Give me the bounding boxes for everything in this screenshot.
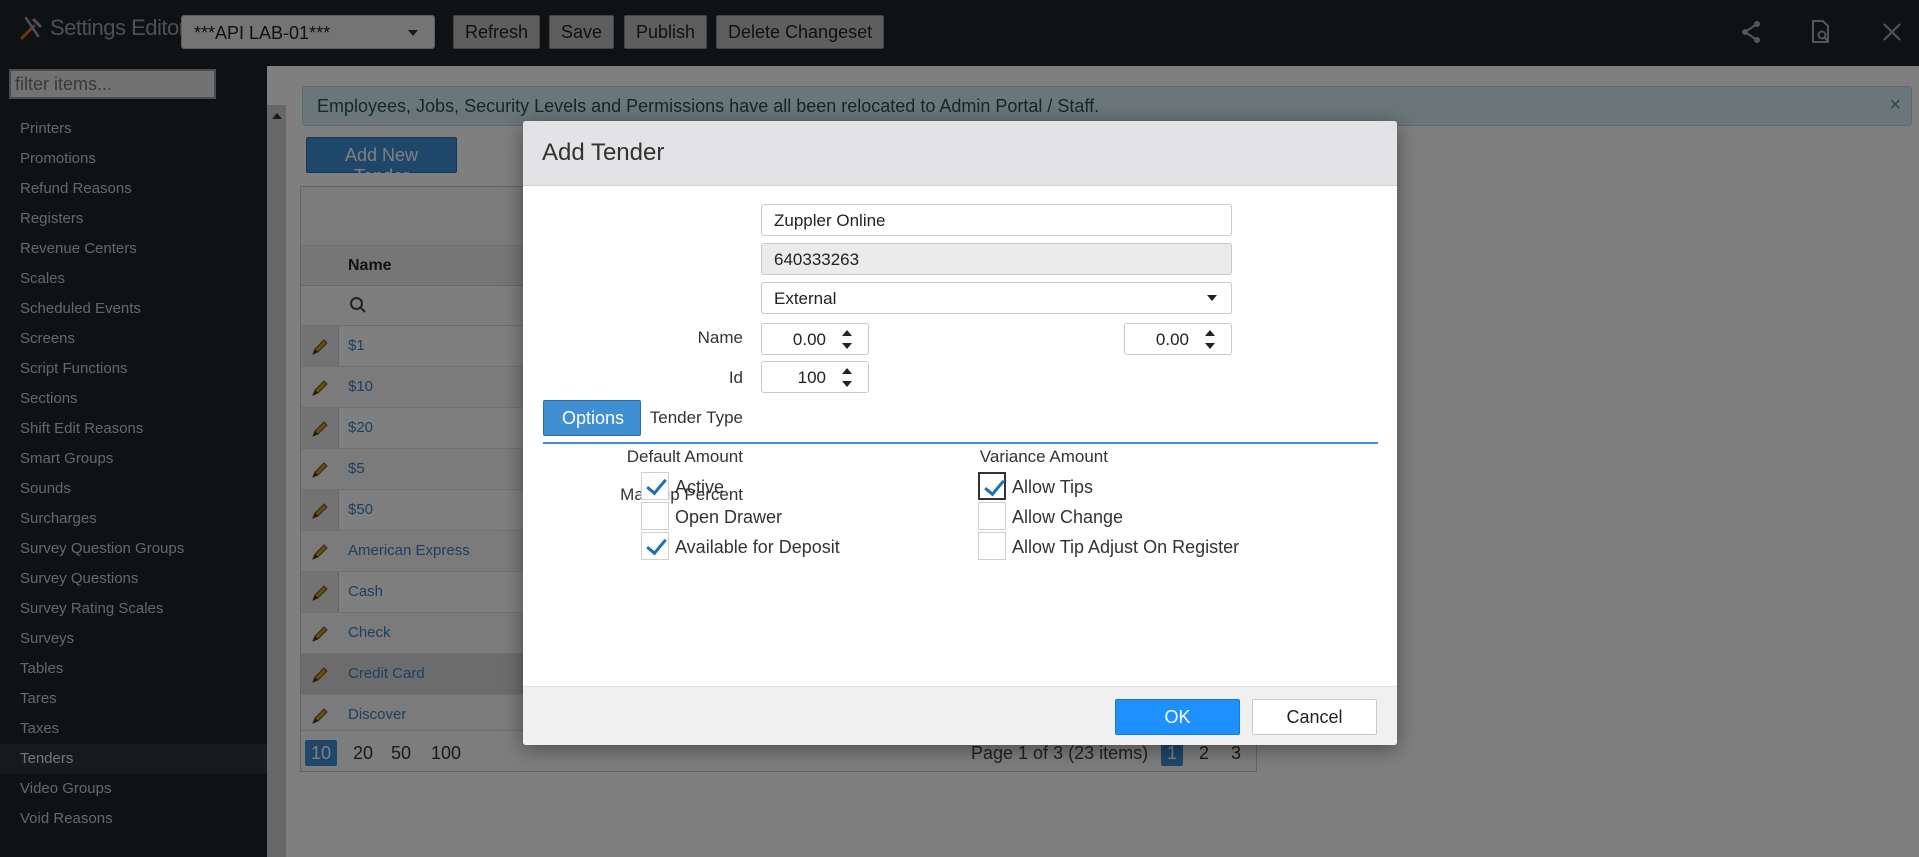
allow-change-checkbox[interactable] <box>978 502 1006 530</box>
default-amount-stepper[interactable]: 0.00 <box>761 323 869 355</box>
open-drawer-checkbox[interactable] <box>641 502 669 530</box>
allow-tips-label: Allow Tips <box>1012 477 1094 497</box>
cancel-button[interactable]: Cancel <box>1252 699 1377 735</box>
name-field[interactable]: Zuppler Online <box>761 204 1232 236</box>
allow-tip-adjust-label: Allow Tip Adjust On Register <box>1012 537 1240 557</box>
chevron-down-icon <box>1207 295 1217 301</box>
id-field-value: 640333263 <box>774 250 860 269</box>
spin-up-icon[interactable] <box>842 330 852 336</box>
dialog-header: Add Tender <box>523 121 1397 186</box>
spin-up-icon[interactable] <box>842 368 852 374</box>
spin-down-icon[interactable] <box>842 381 852 387</box>
active-label: Active <box>675 477 725 497</box>
name-label: Name <box>697 328 743 347</box>
dialog-title: Add Tender <box>542 139 665 166</box>
id-label: Id <box>728 368 743 387</box>
default-amount-value: 0.00 <box>792 330 826 349</box>
available-for-deposit-label: Available for Deposit <box>675 537 840 557</box>
dialog-footer: OK Cancel <box>523 686 1397 745</box>
spin-up-icon[interactable] <box>1205 330 1215 336</box>
active-checkbox[interactable] <box>641 472 669 500</box>
tender-type-label: Tender Type <box>649 408 743 427</box>
ok-button[interactable]: OK <box>1115 699 1240 735</box>
variance-amount-label: Variance Amount <box>979 447 1108 466</box>
allow-change-label: Allow Change <box>1012 507 1124 527</box>
add-tender-dialog: Add Tender Name Id Tender Type Default A… <box>523 121 1397 745</box>
allow-tips-checkbox[interactable] <box>978 472 1006 500</box>
tab-options[interactable]: Options <box>543 400 641 436</box>
available-for-deposit-checkbox[interactable] <box>641 532 669 560</box>
tender-type-value: External <box>774 289 837 308</box>
name-field-value: Zuppler Online <box>774 211 886 230</box>
tender-type-select[interactable]: External <box>761 282 1232 314</box>
spin-down-icon[interactable] <box>842 343 852 349</box>
allow-tip-adjust-checkbox[interactable] <box>978 532 1006 560</box>
max-tip-percent-stepper[interactable]: 100 <box>761 361 869 393</box>
max-tip-percent-value: 100 <box>797 368 826 387</box>
open-drawer-label: Open Drawer <box>675 507 783 527</box>
spin-down-icon[interactable] <box>1205 343 1215 349</box>
id-field: 640333263 <box>761 243 1232 275</box>
tab-underline <box>543 442 1378 444</box>
variance-amount-stepper[interactable]: 0.00 <box>1124 323 1232 355</box>
default-amount-label: Default Amount <box>626 447 743 466</box>
variance-amount-value: 0.00 <box>1155 330 1189 349</box>
